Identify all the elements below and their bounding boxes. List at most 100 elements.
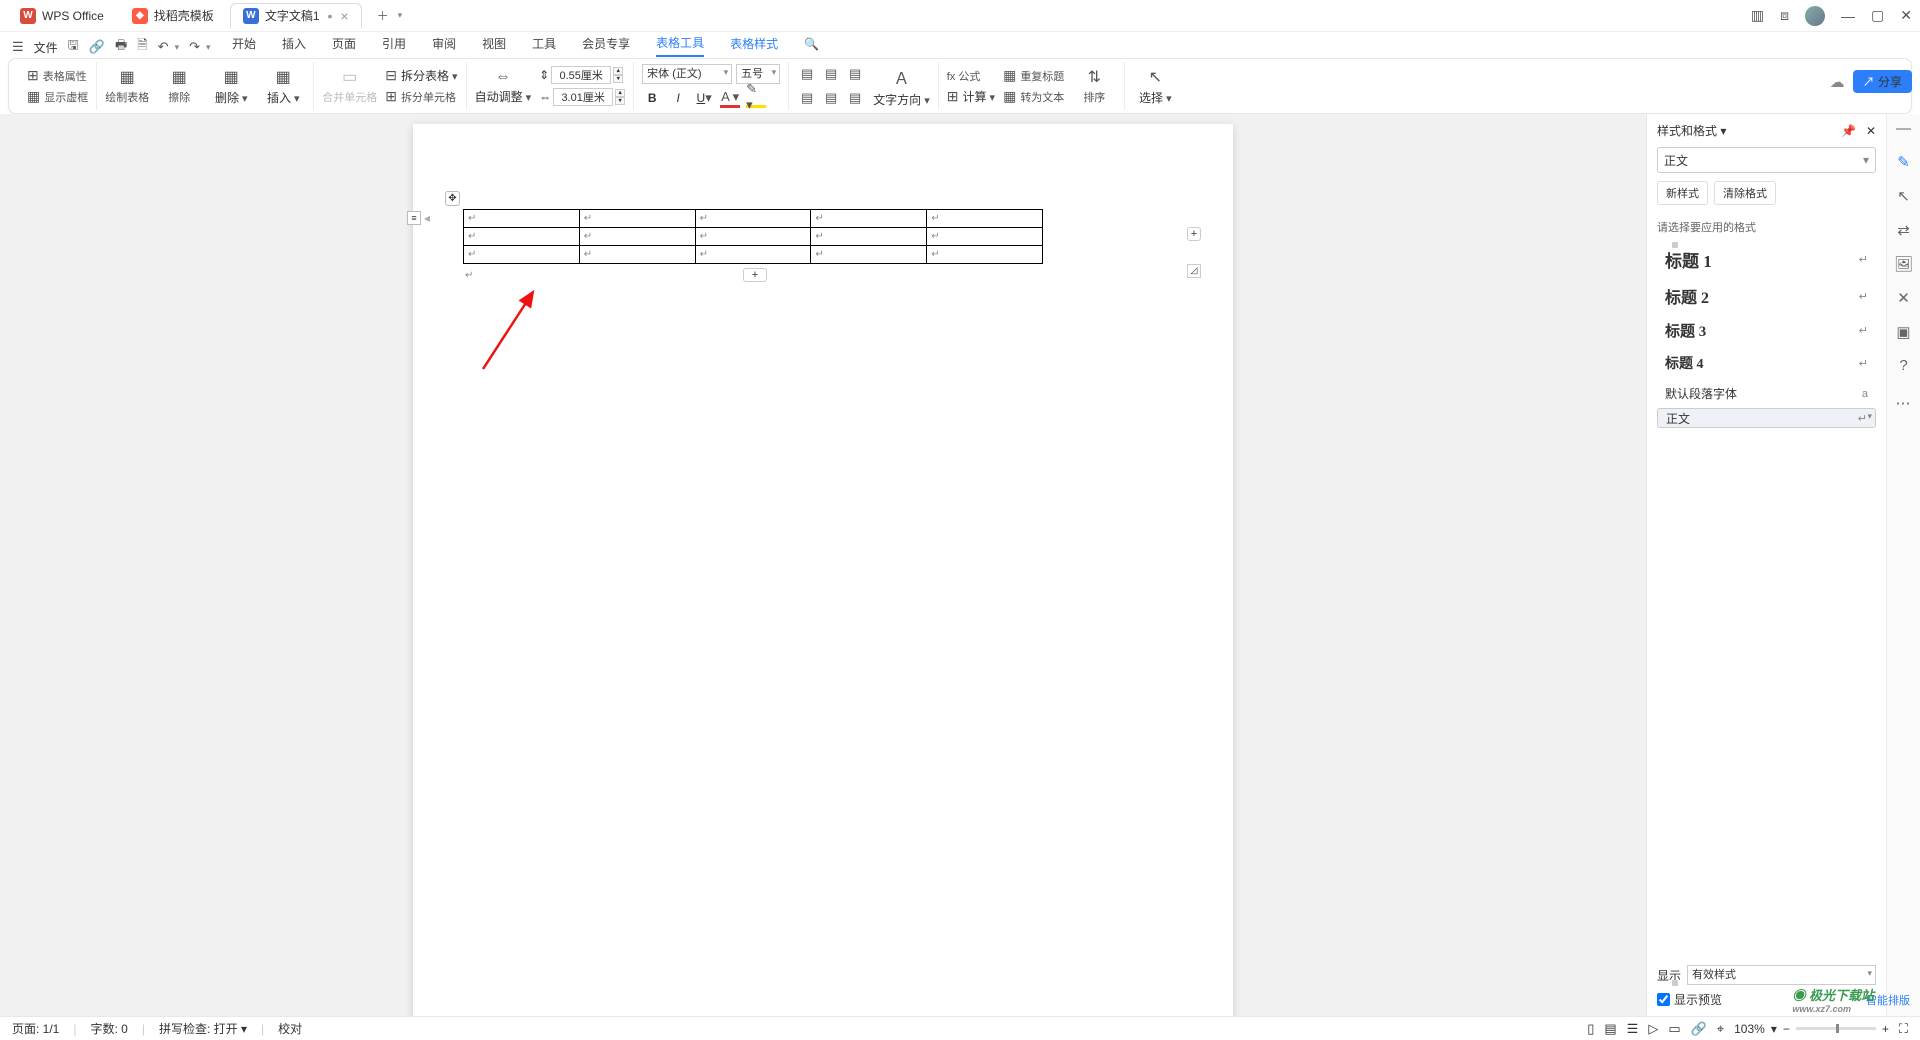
split-table-button[interactable]: ⊟拆分表格 ▾ <box>385 67 457 84</box>
share-button[interactable]: ↗ 分享 <box>1853 70 1912 93</box>
minimize-icon[interactable]: — <box>1841 8 1855 24</box>
underline-button[interactable]: U ▾ <box>694 88 714 108</box>
row-handle[interactable]: ≡◂ <box>407 211 430 225</box>
menu-insert[interactable]: 插入 <box>282 35 306 56</box>
cloud-icon[interactable]: ☁ <box>1830 73 1845 91</box>
undo-button[interactable]: ↶▾ <box>158 39 179 55</box>
show-gridlines-button[interactable]: ▦显示虚框 <box>27 88 88 105</box>
col-width-input[interactable]: ⇔▴▾ <box>539 88 625 106</box>
style-item-h1[interactable]: 标题 1↵ <box>1657 241 1876 278</box>
current-style-select[interactable]: 正文 <box>1657 147 1876 173</box>
table-properties-button[interactable]: ⊞表格属性 <box>27 67 88 84</box>
maximize-icon[interactable]: ▢ <box>1871 7 1884 24</box>
book-icon[interactable]: ▯ <box>1587 1021 1594 1037</box>
word-count[interactable]: 字数: 0 <box>90 1020 127 1037</box>
to-text-button[interactable]: ▦转为文本 <box>1003 88 1064 105</box>
link-status-icon[interactable]: 🔗 <box>1691 1021 1707 1037</box>
menu-tools[interactable]: 工具 <box>532 35 556 56</box>
draw-table-button[interactable]: ▦绘制表格 <box>105 67 149 105</box>
highlight-button[interactable]: ✎ ▾ <box>746 88 766 108</box>
repeat-header-button[interactable]: ▦重复标题 <box>1003 67 1064 84</box>
align-top-left-icon[interactable]: ▤ <box>797 64 817 84</box>
page-view-icon[interactable]: ▤ <box>1604 1021 1616 1037</box>
text-direction-button[interactable]: Ａ文字方向 ▾ <box>873 65 930 108</box>
tab-app-home[interactable]: W WPS Office <box>8 3 116 29</box>
close-window-icon[interactable]: ✕ <box>1900 7 1912 24</box>
sort-button[interactable]: ⇅排序 <box>1072 67 1116 105</box>
close-tab-icon[interactable]: × <box>340 8 348 24</box>
tab-overflow-icon[interactable]: ▾ <box>398 10 403 21</box>
show-filter-select[interactable]: 有效样式 <box>1687 965 1876 985</box>
cube-icon[interactable]: ⧈ <box>1780 7 1789 24</box>
layout-icon[interactable]: ▣ <box>1896 323 1910 341</box>
autofit-button[interactable]: ⇔自动调整 ▾ <box>475 68 532 105</box>
tab-document[interactable]: W 文字文稿1 • × <box>230 3 362 29</box>
menu-start[interactable]: 开始 <box>232 35 256 56</box>
add-column-button[interactable]: + <box>1187 227 1201 241</box>
print-icon[interactable]: 🖶 <box>115 36 127 58</box>
collapse-panel-icon[interactable]: — <box>1896 120 1911 137</box>
spellcheck-status[interactable]: 拼写检查: 打开 ▾ <box>159 1020 247 1037</box>
zoom-control[interactable]: 103%▾ −+ <box>1734 1022 1889 1036</box>
menu-member[interactable]: 会员专享 <box>582 35 630 56</box>
save-icon[interactable]: 🖫 <box>68 36 79 58</box>
pin-icon[interactable]: 📌 <box>1841 124 1856 138</box>
print-preview-icon[interactable]: 🗎 <box>137 36 147 58</box>
preview-checkbox[interactable]: 显示预览 <box>1657 991 1876 1008</box>
more-icon[interactable]: ⋯ <box>1896 394 1912 412</box>
focus-icon[interactable]: ⌖ <box>1717 1021 1724 1037</box>
delete-button[interactable]: ▦删除 ▾ <box>209 67 253 106</box>
eraser-button[interactable]: ▦擦除 <box>157 67 201 105</box>
menu-table-style[interactable]: 表格样式 <box>730 35 778 56</box>
smart-layout-link[interactable]: 智能排版 <box>1866 992 1910 1008</box>
outline-view-icon[interactable]: ☰ <box>1627 1021 1639 1037</box>
pencil-icon[interactable]: ✎ <box>1897 153 1910 171</box>
image-icon[interactable]: 🖼 <box>1894 255 1913 273</box>
font-family-select[interactable]: 宋体 (正文) <box>642 64 732 84</box>
align-mid-right-icon[interactable]: ▤ <box>845 88 865 108</box>
style-item-h3[interactable]: 标题 3↵ <box>1657 314 1876 347</box>
italic-button[interactable]: I <box>668 88 688 108</box>
menu-view[interactable]: 视图 <box>482 35 506 56</box>
menu-page[interactable]: 页面 <box>332 35 356 56</box>
formula-button[interactable]: fx 公式 <box>947 68 995 84</box>
page[interactable]: ✥ ≡◂ ↵↵↵↵↵ ↵↵↵↵↵ ↵↵↵↵↵ + + ◿ ↵ <box>413 124 1233 1016</box>
clear-format-button[interactable]: 清除格式 <box>1714 181 1776 205</box>
align-mid-center-icon[interactable]: ▤ <box>821 88 841 108</box>
help-icon[interactable]: ? <box>1899 357 1907 374</box>
align-top-center-icon[interactable]: ▤ <box>821 64 841 84</box>
add-row-button[interactable]: + <box>743 268 767 282</box>
row-height-input[interactable]: ⇕▴▾ <box>539 66 625 84</box>
file-menu[interactable]: 文件 <box>34 39 58 56</box>
calc-button[interactable]: ⊞计算 ▾ <box>947 88 995 105</box>
insert-button[interactable]: ▦插入 ▾ <box>261 67 305 106</box>
style-item-h4[interactable]: 标题 4↵ <box>1657 347 1876 379</box>
table-resize-handle[interactable]: ◿ <box>1187 264 1201 278</box>
transform-icon[interactable]: ⇄ <box>1897 221 1910 239</box>
style-item-body[interactable]: 正文↵ <box>1657 408 1876 428</box>
page-indicator[interactable]: 页面: 1/1 <box>12 1020 59 1037</box>
panel-toggle-icon[interactable]: ▥ <box>1751 7 1764 24</box>
align-mid-left-icon[interactable]: ▤ <box>797 88 817 108</box>
table[interactable]: ↵↵↵↵↵ ↵↵↵↵↵ ↵↵↵↵↵ <box>463 209 1043 264</box>
proofing-status[interactable]: 校对 <box>278 1020 302 1037</box>
style-item-default-font[interactable]: 默认段落字体a <box>1657 379 1876 408</box>
document-canvas[interactable]: ✥ ≡◂ ↵↵↵↵↵ ↵↵↵↵↵ ↵↵↵↵↵ + + ◿ ↵ <box>0 114 1646 1016</box>
menu-review[interactable]: 审阅 <box>432 35 456 56</box>
style-item-h2[interactable]: 标题 2↵ <box>1657 278 1876 314</box>
user-avatar[interactable] <box>1805 6 1825 26</box>
new-tab-button[interactable]: ＋ <box>372 5 394 27</box>
new-style-button[interactable]: 新样式 <box>1657 181 1708 205</box>
close-panel-icon[interactable]: ✕ <box>1866 124 1876 138</box>
link-icon[interactable]: 🔗 <box>89 39 105 55</box>
fullscreen-icon[interactable]: ⛶ <box>1899 1021 1908 1037</box>
font-size-select[interactable]: 五号 <box>736 64 780 84</box>
bold-button[interactable]: B <box>642 88 662 108</box>
web-view-icon[interactable]: ▭ <box>1668 1021 1680 1037</box>
read-view-icon[interactable]: ▷ <box>1648 1021 1658 1037</box>
menu-reference[interactable]: 引用 <box>382 35 406 56</box>
tab-template-store[interactable]: ◆ 找稻壳模板 <box>120 3 226 29</box>
menu-table-tools[interactable]: 表格工具 <box>656 34 704 57</box>
search-icon[interactable]: 🔍 <box>804 37 819 55</box>
menu-icon[interactable]: ☰ <box>12 39 24 55</box>
